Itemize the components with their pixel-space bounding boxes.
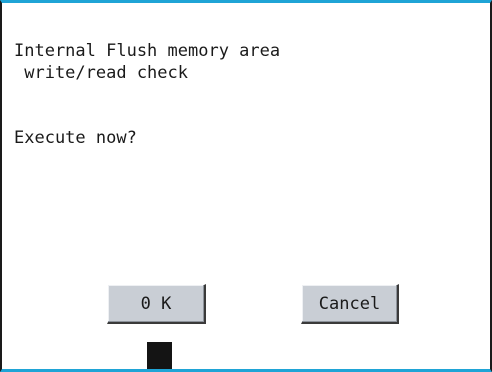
cursor-marker	[147, 342, 172, 369]
message-line-1: Internal Flush memory area	[14, 41, 281, 61]
cancel-button[interactable]: Cancel	[301, 284, 399, 324]
dialog-panel: Internal Flush memory area write/read ch…	[0, 0, 492, 372]
message-line-2: write/read check	[14, 63, 188, 83]
cancel-button-label: Cancel	[318, 293, 381, 314]
ok-button[interactable]: 0 K	[107, 284, 206, 324]
prompt-text: Execute now?	[14, 128, 137, 148]
ok-button-label: 0 K	[140, 293, 172, 314]
